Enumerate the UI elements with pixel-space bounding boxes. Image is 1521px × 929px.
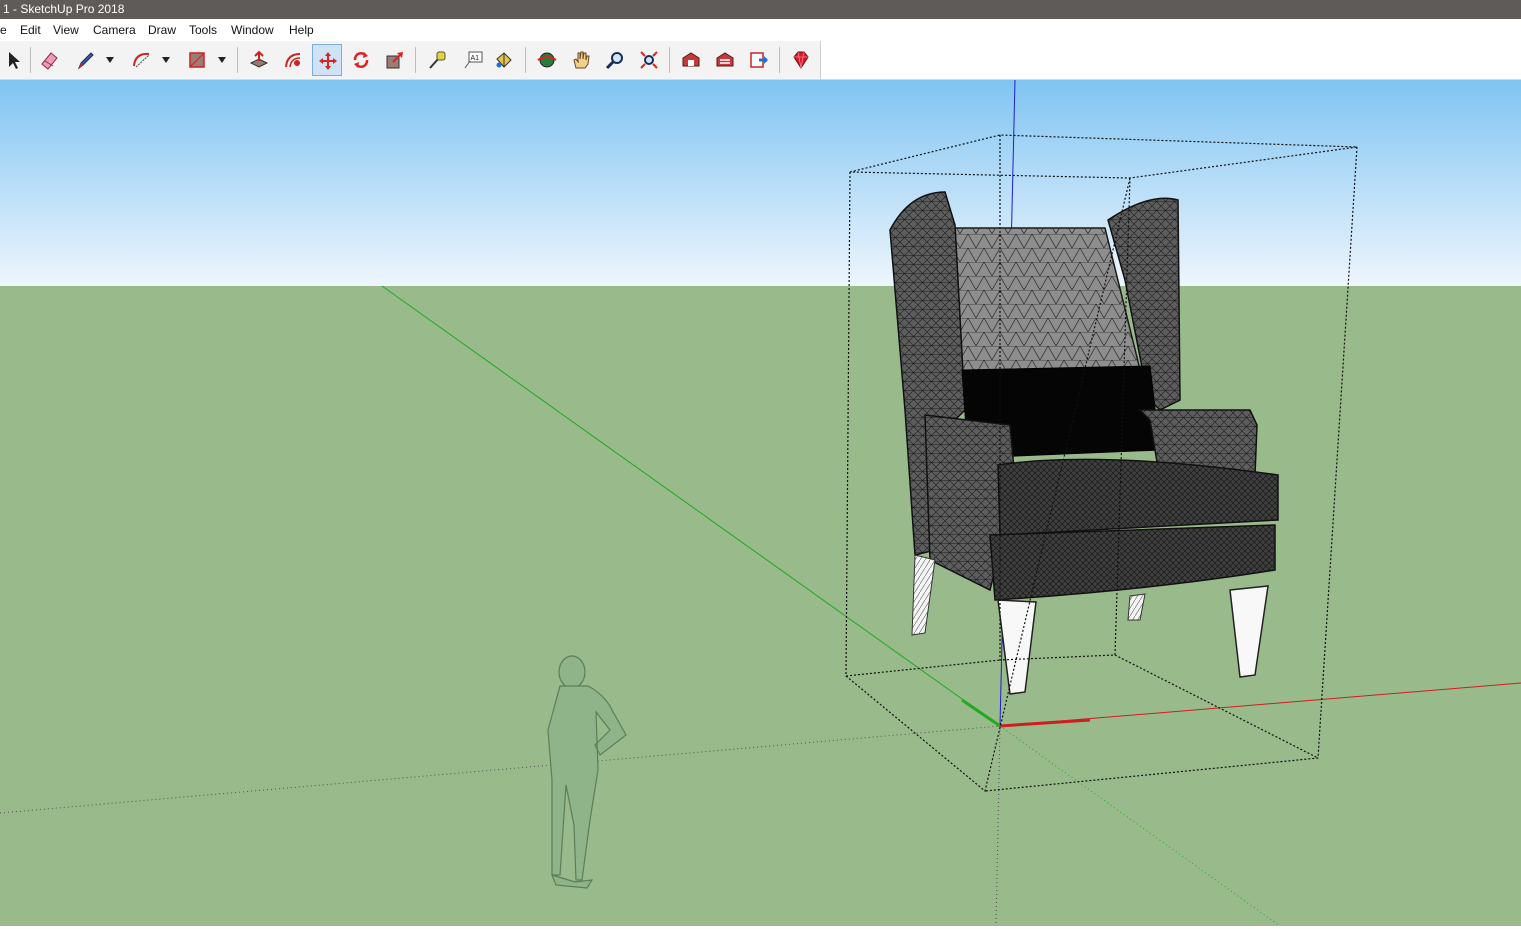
toolbar-separator: [669, 47, 670, 73]
menu-draw[interactable]: Draw: [148, 19, 176, 41]
push-pull-icon: [249, 50, 269, 68]
menu-tools[interactable]: Tools: [189, 19, 217, 41]
toolbar-strip: A1: [0, 41, 821, 79]
menu-window[interactable]: Window: [231, 19, 274, 41]
warehouse-button[interactable]: [676, 44, 706, 76]
tape-measure-tool-button[interactable]: [422, 44, 452, 76]
select-tool-button[interactable]: [0, 44, 30, 76]
move-icon: [319, 52, 337, 70]
ruby-console-button[interactable]: [786, 44, 816, 76]
menu-camera[interactable]: Camera: [93, 19, 136, 41]
toolbar-separator: [779, 47, 780, 73]
modeling-viewport[interactable]: [0, 79, 1521, 927]
tape-measure-icon: [429, 51, 446, 69]
orbit-tool-button[interactable]: [532, 44, 562, 76]
arc-tool-button[interactable]: [127, 44, 157, 76]
pencil-icon: [77, 52, 94, 70]
paint-bucket-tool-button[interactable]: [489, 44, 519, 76]
menu-bar: e Edit View Camera Draw Tools Window Hel…: [0, 19, 1521, 41]
scene-canvas[interactable]: [0, 79, 1521, 927]
line-tool-dropdown[interactable]: [104, 44, 116, 76]
arc-tool-dropdown[interactable]: [160, 44, 172, 76]
chevron-down-icon: [106, 57, 114, 63]
extension-warehouse-icon: [716, 52, 734, 67]
offset-icon: [285, 53, 301, 68]
orbit-icon: [537, 52, 557, 68]
sky: [0, 80, 1521, 286]
hand-icon: [573, 51, 590, 69]
chevron-down-icon: [162, 57, 170, 63]
menu-view[interactable]: View: [53, 19, 79, 41]
text-tool-button[interactable]: A1: [458, 44, 488, 76]
ruby-gem-icon: [793, 51, 809, 69]
arrow-cursor-icon: [9, 52, 20, 69]
rectangle-icon: [189, 52, 205, 68]
toolbar-separator: [30, 47, 31, 73]
rectangle-tool-dropdown[interactable]: [216, 44, 228, 76]
ground-plane: [0, 286, 1521, 926]
text-icon: A1: [464, 51, 483, 69]
rotate-tool-button[interactable]: [346, 44, 376, 76]
rectangle-tool-button[interactable]: [182, 44, 212, 76]
layout-icon: [750, 52, 768, 68]
menu-file[interactable]: e: [0, 19, 7, 41]
magnifier-icon: [605, 52, 623, 70]
warehouse-icon: [682, 52, 700, 67]
text-tool-label: A1: [471, 55, 480, 62]
main-toolbar: A1: [0, 41, 1521, 80]
scale-tool-button[interactable]: [380, 44, 410, 76]
eraser-tool-button[interactable]: [34, 44, 64, 76]
zoom-tool-button[interactable]: [600, 44, 630, 76]
menu-help[interactable]: Help: [289, 19, 314, 41]
line-tool-button[interactable]: [71, 44, 101, 76]
menu-edit[interactable]: Edit: [20, 19, 41, 41]
pan-tool-button[interactable]: [566, 44, 596, 76]
scale-icon: [386, 52, 403, 69]
move-tool-button[interactable]: [312, 44, 342, 76]
window-title: 1 - SketchUp Pro 2018: [3, 2, 125, 16]
arc-icon: [133, 52, 150, 68]
extension-warehouse-button[interactable]: [710, 44, 740, 76]
rotate-icon: [353, 52, 369, 68]
offset-tool-button[interactable]: [278, 44, 308, 76]
toolbar-separator: [237, 47, 238, 73]
zoom-extents-icon: [640, 51, 658, 69]
eraser-icon: [41, 52, 58, 70]
toolbar-separator: [525, 47, 526, 73]
paint-bucket-icon: [496, 52, 512, 68]
zoom-extents-button[interactable]: [634, 44, 664, 76]
chevron-down-icon: [218, 57, 226, 63]
toolbar-separator: [415, 47, 416, 73]
send-to-layout-button[interactable]: [744, 44, 774, 76]
push-pull-tool-button[interactable]: [244, 44, 274, 76]
window-title-bar: 1 - SketchUp Pro 2018: [0, 0, 1521, 19]
